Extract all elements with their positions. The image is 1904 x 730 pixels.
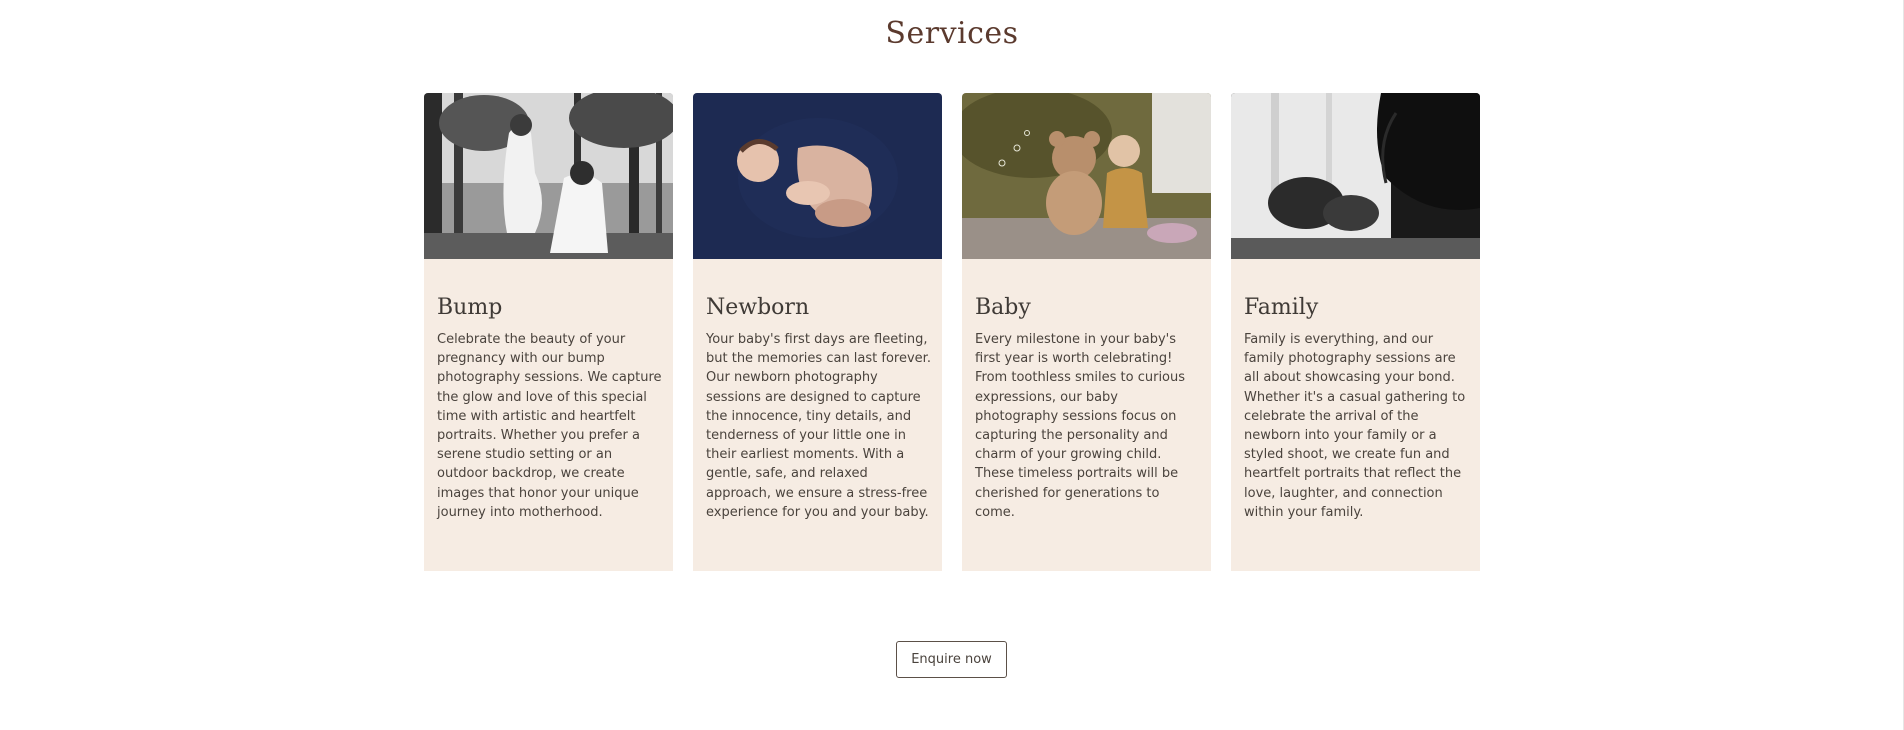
card-title: Baby	[975, 295, 1031, 320]
newborn-photo	[693, 93, 942, 259]
card-title: Bump	[437, 295, 503, 320]
service-card-baby: Baby Every milestone in your baby's firs…	[962, 93, 1211, 571]
card-title: Newborn	[706, 295, 810, 320]
section-title: Services	[885, 16, 1019, 51]
baby-photo	[962, 93, 1211, 259]
card-description: Celebrate the beauty of your pregnancy w…	[437, 332, 662, 520]
card-title: Family	[1244, 295, 1319, 320]
service-card-family: Family Family is everything, and our fam…	[1231, 93, 1480, 571]
enquire-now-button[interactable]: Enquire now	[896, 641, 1007, 678]
family-photo	[1231, 93, 1480, 259]
service-card-bump: Bump Celebrate the beauty of your pregna…	[424, 93, 673, 571]
card-description: Family is everything, and our family pho…	[1244, 332, 1466, 520]
bump-photo	[424, 93, 673, 259]
service-card-newborn: Newborn Your baby's first days are fleet…	[693, 93, 942, 571]
card-description: Your baby's first days are fleeting, but…	[706, 332, 931, 520]
card-description: Every milestone in your baby's first yea…	[975, 332, 1186, 520]
